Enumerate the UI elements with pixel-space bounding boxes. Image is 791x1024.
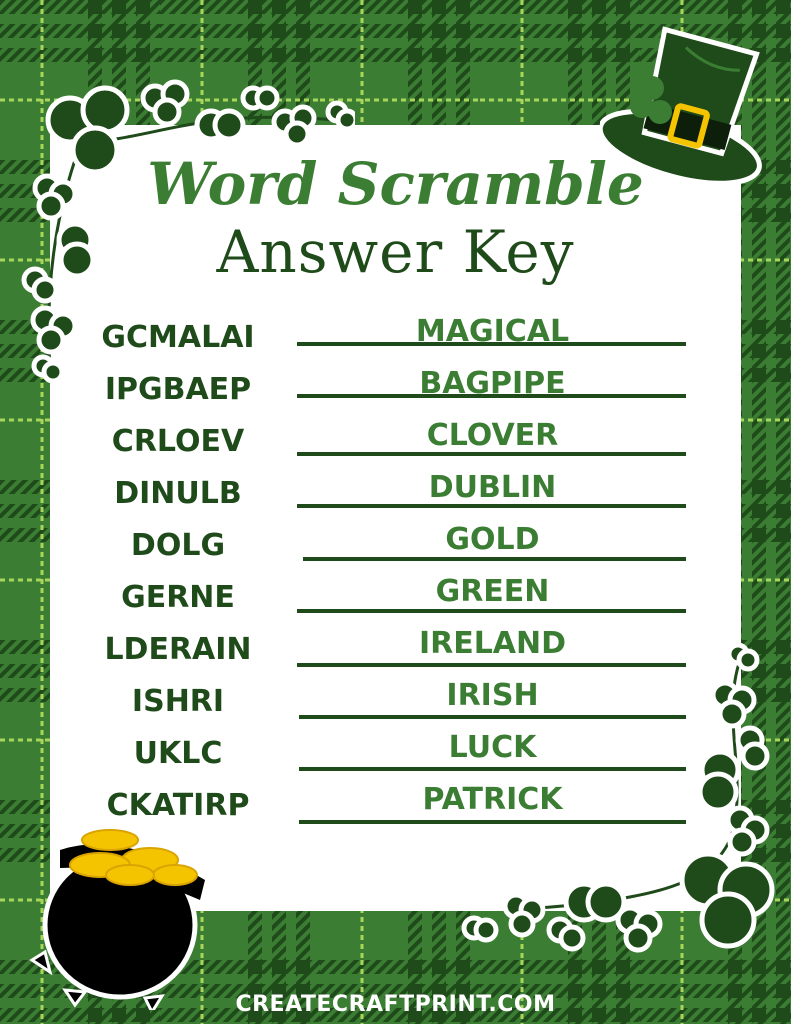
scrambled-word: CKATIRP: [106, 788, 250, 823]
answer-line: [297, 394, 686, 398]
shamrock-icon: [140, 79, 190, 127]
answer-word: PATRICK: [422, 782, 563, 817]
answer-line: [299, 715, 686, 719]
page-title: Word Scramble: [147, 150, 644, 218]
answer-line: [297, 663, 686, 667]
shamrock-icon: [615, 905, 663, 953]
answer-line: [299, 767, 686, 771]
list-item: DINULB DUBLIN: [0, 470, 791, 528]
heart-leaf-icon: [563, 881, 627, 923]
scrambled-word: CRLOEV: [111, 424, 245, 459]
list-item: LDERAIN IRELAND: [0, 626, 791, 684]
answer-line: [297, 504, 686, 508]
page-subtitle: Answer Key: [216, 218, 575, 286]
pot-of-gold-icon: [29, 829, 205, 1010]
answer-word: DUBLIN: [428, 470, 557, 505]
answer-word: GOLD: [445, 522, 540, 557]
heart-leaf-icon: [546, 916, 586, 952]
shamrock-icon: [502, 892, 546, 938]
shamrock-icon: [679, 851, 775, 949]
list-item: GERNE GREEN: [0, 574, 791, 632]
list-item: CKATIRP PATRICK: [0, 782, 791, 840]
answer-line: [297, 452, 686, 456]
list-item: DOLG GOLD: [0, 522, 791, 580]
answer-word: IRELAND: [418, 626, 567, 661]
shamrock-icon: [271, 104, 317, 148]
heart-leaf-icon: [461, 915, 499, 943]
scrambled-word: DOLG: [130, 528, 226, 563]
scrambled-word: DINULB: [114, 476, 242, 511]
heart-leaf-icon: [325, 100, 355, 132]
answer-word: LUCK: [448, 730, 537, 765]
answer-word: IRISH: [446, 678, 539, 713]
scrambled-word: GERNE: [121, 580, 235, 615]
answer-word: CLOVER: [426, 418, 559, 453]
website-link[interactable]: CREATECRAFTPRINT.COM: [0, 992, 791, 1017]
list-item: IPGBAEP BAGPIPE: [0, 366, 791, 424]
heart-leaf-icon: [194, 108, 246, 142]
scrambled-word: UKLC: [133, 736, 223, 771]
list-item: UKLC LUCK: [0, 730, 791, 788]
answer-line: [303, 557, 686, 561]
scrambled-word: ISHRI: [131, 684, 225, 719]
scrambled-word: LDERAIN: [104, 632, 252, 667]
heart-leaf-icon: [240, 85, 280, 111]
answer-line: [297, 342, 686, 346]
list-item: ISHRI IRISH: [0, 678, 791, 736]
scrambled-word: IPGBAEP: [104, 372, 252, 407]
answer-line: [297, 609, 686, 613]
answer-line: [299, 820, 686, 824]
answer-word: GREEN: [435, 574, 550, 609]
scrambled-word: GCMALAI: [101, 320, 255, 355]
list-item: GCMALAI MAGICAL: [0, 314, 791, 372]
list-item: CRLOEV CLOVER: [0, 418, 791, 476]
